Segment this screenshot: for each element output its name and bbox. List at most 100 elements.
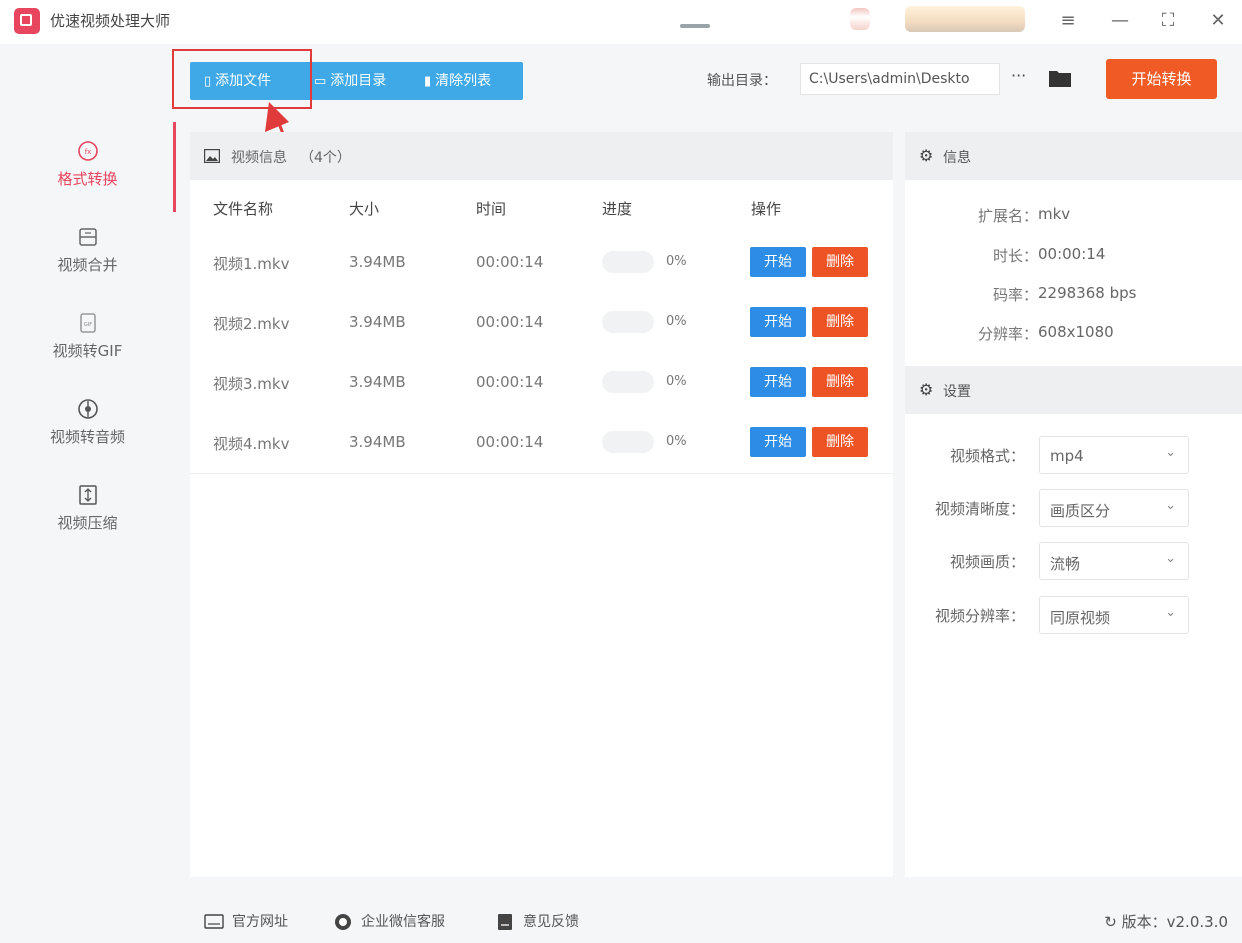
sidebar-item-video-compress[interactable]: 视频压缩 xyxy=(0,484,175,533)
progress-percent: 0% xyxy=(666,434,687,449)
sidebar-item-video-merge[interactable]: 视频合并 xyxy=(0,226,175,275)
row-start-button[interactable]: 开始 xyxy=(750,247,806,277)
image-icon xyxy=(203,148,221,164)
compress-icon xyxy=(77,484,99,506)
sidebar-item-format-convert[interactable]: fx 格式转换 xyxy=(0,140,175,189)
add-directory-button[interactable]: ▭ 添加目录 xyxy=(314,62,386,100)
info-label-resolution: 分辨率： xyxy=(977,325,1038,343)
select-value: 同原视频 xyxy=(1050,609,1111,627)
app-logo-icon xyxy=(14,8,40,34)
output-directory-field[interactable]: C:\Users\admin\Deskto xyxy=(800,63,1000,95)
output-directory-label: 输出目录： xyxy=(707,73,777,89)
column-header-size: 大小 xyxy=(349,200,380,218)
info-label-bitrate: 码率： xyxy=(992,286,1038,304)
row-delete-button[interactable]: 删除 xyxy=(812,307,868,337)
active-indicator xyxy=(173,122,176,212)
gear-icon: ⚙ xyxy=(919,146,934,165)
file-size: 3.94MB xyxy=(349,433,406,451)
setting-label-resolution: 视频分辨率： xyxy=(934,607,1025,625)
table-row[interactable]: 视频1.mkv 3.94MB 00:00:14 0% 开始 删除 xyxy=(190,233,893,294)
table-row[interactable]: 视频4.mkv 3.94MB 00:00:14 0% 开始 删除 xyxy=(190,413,893,474)
website-link[interactable]: 官方网址 xyxy=(204,911,288,931)
row-start-button[interactable]: 开始 xyxy=(750,427,806,457)
file-name: 视频1.mkv xyxy=(213,255,290,273)
column-header-name: 文件名称 xyxy=(213,200,274,218)
support-icon xyxy=(333,913,353,931)
wechat-support-link[interactable]: 企业微信客服 xyxy=(333,911,445,931)
file-duration: 00:00:14 xyxy=(476,373,544,391)
chevron-down-icon: ⌄ xyxy=(1165,605,1176,620)
progress-bar xyxy=(602,371,654,393)
svg-text:fx: fx xyxy=(84,148,91,156)
select-value: 画质区分 xyxy=(1050,502,1111,520)
chevron-down-icon: ⌄ xyxy=(1165,551,1176,566)
progress-percent: 0% xyxy=(666,374,687,389)
gif-icon: GIF xyxy=(77,312,99,334)
info-label-extension: 扩展名： xyxy=(977,207,1038,225)
setting-label-format: 视频格式： xyxy=(949,447,1025,465)
file-list-header: 视频信息 （4个） xyxy=(190,132,893,180)
info-value-duration: 00:00:14 xyxy=(1038,245,1106,263)
titlebar-ad-decoration xyxy=(905,6,1025,32)
chevron-down-icon: ⌄ xyxy=(1165,498,1176,513)
gear-icon: ⚙ xyxy=(919,380,934,399)
trash-icon: ▮ xyxy=(424,74,432,89)
minimize-icon[interactable]: — xyxy=(1103,6,1137,36)
row-delete-button[interactable]: 删除 xyxy=(812,427,868,457)
more-icon[interactable]: ··· xyxy=(1011,66,1026,85)
table-row[interactable]: 视频3.mkv 3.94MB 00:00:14 0% 开始 删除 xyxy=(190,353,893,414)
progress-bar xyxy=(602,431,654,453)
select-value: mp4 xyxy=(1050,447,1084,465)
sidebar-item-label: 格式转换 xyxy=(57,170,118,188)
settings-section-title: 设置 xyxy=(943,384,971,400)
properties-panel: ⚙ 信息 扩展名： mkv 时长： 00:00:14 码率： 2298368 b… xyxy=(905,132,1242,877)
column-header-progress: 进度 xyxy=(602,200,633,218)
close-icon[interactable]: ✕ xyxy=(1201,6,1235,36)
clarity-select[interactable]: 画质区分 ⌄ xyxy=(1039,489,1189,527)
maximize-icon[interactable]: ⛶ xyxy=(1151,6,1185,36)
folder-icon[interactable] xyxy=(1048,68,1072,88)
app-window: 优速视频处理大师 ≡ — ⛶ ✕ fx 格式转换 视频合并 GIF 视频转GIF xyxy=(0,0,1242,943)
bottom-bar: 官方网址 企业微信客服 意见反馈 ↻ 版本：v2.0.3.0 xyxy=(175,895,1242,943)
sidebar-item-label: 视频压缩 xyxy=(57,514,118,532)
info-value-resolution: 608x1080 xyxy=(1038,323,1114,341)
menu-icon[interactable]: ≡ xyxy=(1051,6,1085,36)
progress-percent: 0% xyxy=(666,254,687,269)
titlebar-ad-decoration xyxy=(680,24,710,28)
sidebar-item-label: 视频转音频 xyxy=(49,428,125,446)
column-header-time: 时间 xyxy=(476,200,507,218)
info-value-bitrate: 2298368 bps xyxy=(1038,284,1137,302)
sidebar-item-video-to-gif[interactable]: GIF 视频转GIF xyxy=(0,312,175,361)
row-start-button[interactable]: 开始 xyxy=(750,307,806,337)
title-bar: 优速视频处理大师 ≡ — ⛶ ✕ xyxy=(0,0,1242,44)
file-list-title: 视频信息 xyxy=(231,150,287,166)
file-name: 视频4.mkv xyxy=(213,435,290,453)
chevron-down-icon: ⌄ xyxy=(1165,445,1176,460)
file-size: 3.94MB xyxy=(349,313,406,331)
progress-bar xyxy=(602,311,654,333)
resolution-select[interactable]: 同原视频 ⌄ xyxy=(1039,596,1189,634)
titlebar-ad-decoration xyxy=(850,8,870,30)
version-text: 版本：v2.0.3.0 xyxy=(1121,913,1228,931)
format-select[interactable]: mp4 ⌄ xyxy=(1039,436,1189,474)
feedback-link[interactable]: 意见反馈 xyxy=(495,911,579,931)
row-delete-button[interactable]: 删除 xyxy=(812,247,868,277)
row-start-button[interactable]: 开始 xyxy=(750,367,806,397)
column-header-action: 操作 xyxy=(751,200,782,218)
audio-icon xyxy=(77,398,99,420)
sidebar-item-label: 视频合并 xyxy=(57,256,118,274)
sidebar-item-video-to-audio[interactable]: 视频转音频 xyxy=(0,398,175,447)
row-delete-button[interactable]: 删除 xyxy=(812,367,868,397)
file-size: 3.94MB xyxy=(349,373,406,391)
settings-section-header: ⚙ 设置 xyxy=(905,366,1242,414)
clear-list-button[interactable]: ▮ 清除列表 xyxy=(424,62,491,100)
file-size: 3.94MB xyxy=(349,253,406,271)
quality-select[interactable]: 流畅 ⌄ xyxy=(1039,542,1189,580)
format-convert-icon: fx xyxy=(77,140,99,162)
video-merge-icon xyxy=(77,226,99,248)
version-info[interactable]: ↻ 版本：v2.0.3.0 xyxy=(1104,911,1228,932)
start-convert-button[interactable]: 开始转换 xyxy=(1106,59,1217,99)
table-row[interactable]: 视频2.mkv 3.94MB 00:00:14 0% 开始 删除 xyxy=(190,293,893,354)
app-title: 优速视频处理大师 xyxy=(50,12,171,30)
info-value-extension: mkv xyxy=(1038,205,1071,223)
